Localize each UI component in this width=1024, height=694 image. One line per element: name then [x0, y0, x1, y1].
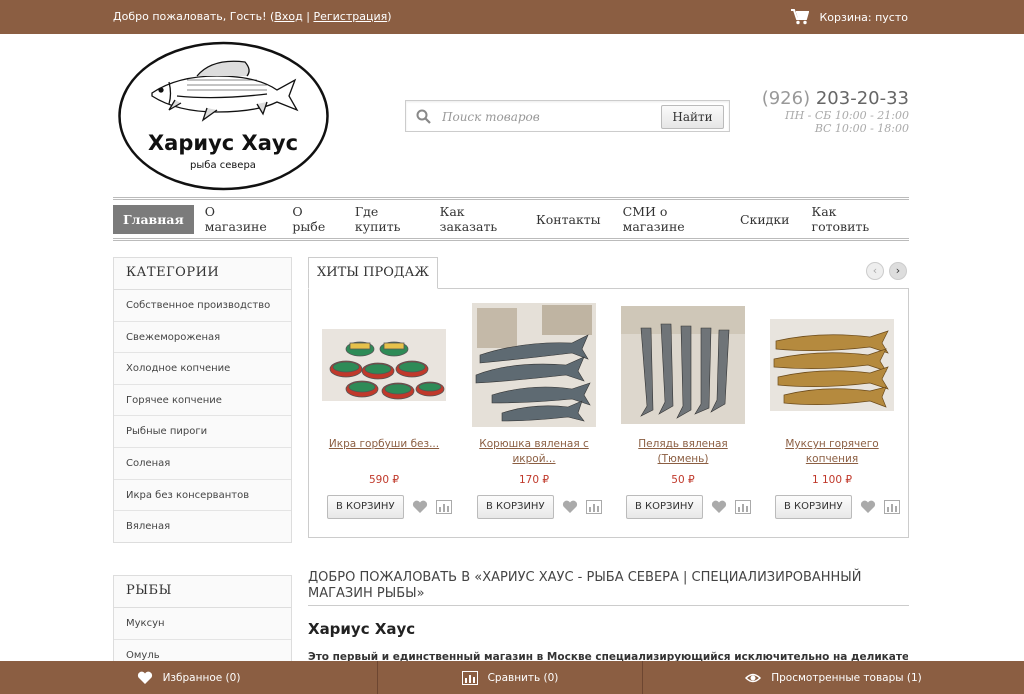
compare-icon[interactable]: [734, 500, 751, 514]
nav-item-about-shop[interactable]: О магазине: [194, 198, 282, 240]
welcome-title: ДОБРО ПОЖАЛОВАТЬ В «ХАРИУС ХАУС - РЫБА С…: [308, 570, 909, 606]
wishlist-heart-icon[interactable]: [711, 500, 727, 514]
product-price: 50 ₽: [671, 474, 695, 486]
carousel-prev-button[interactable]: ‹: [866, 262, 884, 280]
phone-code: (926): [761, 88, 811, 109]
top-bar: Добро пожаловать, Гость! (Вход | Регистр…: [0, 0, 1024, 34]
brand-name: Хариус Хаус: [148, 131, 298, 155]
search-icon: [416, 109, 431, 124]
wishlist-heart-icon[interactable]: [860, 500, 876, 514]
compare-icon[interactable]: [883, 500, 900, 514]
favorites-label: Избранное (0): [162, 671, 241, 684]
hours-weekdays: ПН - СБ 10:00 - 21:00: [784, 109, 909, 122]
muksun-fish-image: [770, 319, 894, 411]
welcome-text: Добро пожаловать, Гость! (: [113, 10, 275, 23]
category-item[interactable]: Свежемороженая: [114, 322, 291, 354]
viewed-label: Просмотренные товары (1): [771, 671, 922, 684]
hits-tab[interactable]: ХИТЫ ПРОДАЖ: [308, 257, 438, 289]
nav-item-discounts[interactable]: Скидки: [729, 206, 801, 233]
compare-icon[interactable]: [585, 500, 602, 514]
search-box: Найти: [405, 100, 730, 132]
wishlist-heart-icon[interactable]: [562, 500, 578, 514]
categories-title: КАТЕГОРИИ: [114, 258, 291, 290]
product-name-link[interactable]: Корюшка вяленая с икрой...: [464, 437, 604, 469]
compare-button[interactable]: Сравнить (0): [378, 661, 643, 694]
brand-tagline: рыба севера: [190, 160, 256, 171]
nav-item-media[interactable]: СМИ о магазине: [612, 198, 729, 240]
product-image[interactable]: [613, 297, 753, 433]
product-name-link[interactable]: Икра горбуши без...: [314, 437, 454, 469]
peled-fish-image: [621, 306, 745, 424]
compare-icon[interactable]: [435, 500, 452, 514]
product-price: 1 100 ₽: [811, 474, 853, 486]
bottom-bar: Избранное (0) Сравнить (0) Просмотренные…: [0, 661, 1024, 694]
nav-item-home[interactable]: Главная: [113, 204, 194, 234]
cart-label: Корзина: пусто: [819, 10, 908, 24]
search-button[interactable]: Найти: [661, 105, 724, 129]
register-link[interactable]: Регистрация: [313, 10, 387, 23]
nav-item-contacts[interactable]: Контакты: [525, 206, 612, 233]
category-item[interactable]: Собственное производство: [114, 290, 291, 322]
product-card: Муксун горячего копчения 1 100 ₽ В КОРЗИН…: [762, 297, 902, 519]
product-name-cont: копчения: [805, 453, 859, 465]
product-name: Корюшка вяленая с: [479, 438, 589, 450]
category-item[interactable]: Холодное копчение: [114, 353, 291, 385]
category-item[interactable]: Рыбные пироги: [114, 416, 291, 448]
product-card: Корюшка вяленая с икрой... 170 ₽ В КОРЗИН…: [464, 297, 604, 519]
compare-chart-icon: [461, 670, 478, 685]
product-price: 170 ₽: [518, 474, 550, 486]
product-price: 590 ₽: [368, 474, 400, 486]
category-item[interactable]: Икра без консервантов: [114, 480, 291, 512]
nav-item-where-to-buy[interactable]: Где купить: [344, 198, 429, 240]
caviar-cans-image: [322, 329, 446, 401]
cart-icon: [791, 9, 810, 25]
hours-sunday: ВС 10:00 - 18:00: [814, 122, 909, 135]
product-image[interactable]: [314, 297, 454, 433]
product-name: Пелядь вяленая (Тюмень): [638, 438, 728, 465]
contact-info: (926) 203-20-33 ПН - СБ 10:00 - 21:00 ВС…: [762, 88, 909, 135]
category-item[interactable]: Соленая: [114, 448, 291, 480]
link-separator: |: [302, 10, 314, 23]
product-card: Икра горбуши без... 590 ₽ В КОРЗИНУ: [314, 297, 454, 519]
carousel-next-button[interactable]: ›: [889, 262, 907, 280]
fish-title: РЫБЫ: [114, 576, 291, 608]
product-name: Икра горбуши без...: [328, 438, 440, 450]
category-item[interactable]: Вяленая: [114, 511, 291, 543]
nav-item-how-to-cook[interactable]: Как готовить: [801, 198, 897, 240]
product-name: Муксун горячего: [785, 438, 879, 450]
add-to-cart-button[interactable]: В КОРЗИНУ: [775, 495, 852, 519]
fish-panel: РЫБЫ Муксун Омуль: [113, 575, 292, 675]
product-image[interactable]: [464, 297, 604, 433]
site-logo[interactable]: Хариус Хаус рыба севера: [117, 40, 330, 192]
favorites-button[interactable]: Избранное (0): [0, 661, 378, 694]
category-item[interactable]: Горячее копчение: [114, 385, 291, 417]
product-name-cont: икрой...: [512, 453, 556, 465]
main-nav: Главная О магазине О рыбе Где купить Как…: [113, 197, 909, 241]
wishlist-heart-icon[interactable]: [412, 500, 428, 514]
product-name-link[interactable]: Пелядь вяленая (Тюмень): [613, 437, 753, 469]
nav-item-how-to-order[interactable]: Как заказать: [429, 198, 525, 240]
nav-item-about-fish[interactable]: О рыбе: [281, 198, 344, 240]
search-input[interactable]: [442, 106, 657, 128]
viewed-products-button[interactable]: Просмотренные товары (1): [643, 661, 1024, 694]
eye-icon: [745, 673, 762, 682]
welcome-heading: Хариус Хаус: [308, 620, 416, 638]
fish-item[interactable]: Муксун: [114, 608, 291, 640]
welcome-suffix: ): [387, 10, 392, 23]
heart-icon: [137, 671, 152, 684]
welcome-message: Добро пожаловать, Гость! (Вход | Регистр…: [113, 10, 392, 23]
product-name-link[interactable]: Муксун горячего копчения: [762, 437, 902, 469]
compare-label: Сравнить (0): [487, 671, 559, 684]
add-to-cart-button[interactable]: В КОРЗИНУ: [626, 495, 703, 519]
phone-number[interactable]: (926) 203-20-33: [762, 88, 909, 109]
add-to-cart-button[interactable]: В КОРЗИНУ: [477, 495, 554, 519]
login-link[interactable]: Вход: [274, 10, 302, 23]
smelt-fish-image: [472, 303, 596, 427]
phone-digits: 203-20-33: [815, 88, 909, 109]
categories-panel: КАТЕГОРИИ Собственное производство Свеже…: [113, 257, 292, 543]
product-card: Пелядь вяленая (Тюмень) 50 ₽ В КОРЗИНУ: [613, 297, 753, 519]
add-to-cart-button[interactable]: В КОРЗИНУ: [327, 495, 404, 519]
product-image[interactable]: [762, 297, 902, 433]
cart-button[interactable]: Корзина: пусто: [791, 9, 908, 25]
